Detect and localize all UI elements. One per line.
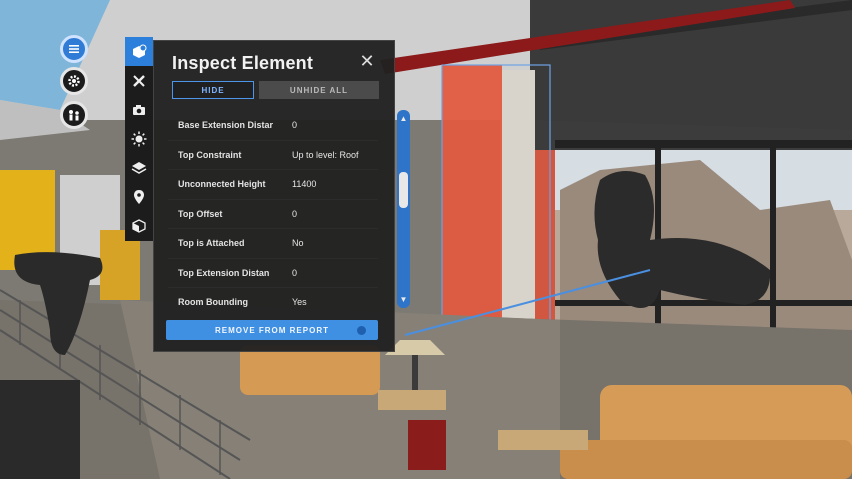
properties-scrollbar[interactable]: ▲ ▼: [397, 110, 410, 308]
property-row: Unconnected Height 11400: [168, 170, 378, 200]
inspect-element-panel: Inspect Element ✕ HIDE UNHIDE ALL Base E…: [153, 40, 395, 352]
settings-button[interactable]: [60, 67, 88, 95]
sun-icon: [131, 131, 147, 146]
property-value: No: [292, 238, 304, 249]
property-value: Yes: [292, 297, 307, 308]
property-row: Room Bounding Yes: [168, 288, 378, 311]
tool-sun[interactable]: [125, 124, 153, 153]
tool-bar: [125, 37, 153, 241]
property-row: Top Extension Distan 0: [168, 259, 378, 288]
remove-from-report-button[interactable]: REMOVE FROM REPORT: [166, 320, 378, 340]
scroll-down-icon[interactable]: ▼: [399, 295, 408, 304]
people-icon: [69, 110, 79, 121]
property-key: Top Extension Distan: [178, 267, 270, 278]
unhide-all-button[interactable]: UNHIDE ALL: [259, 81, 379, 99]
ruler-pencil-icon: [133, 74, 145, 87]
map-pin-icon: [134, 189, 144, 204]
panel-title: Inspect Element: [172, 53, 314, 73]
people-button[interactable]: [60, 101, 88, 129]
property-key: Base Extension Distar: [178, 120, 274, 131]
property-key: Room Bounding: [178, 297, 248, 308]
properties-list: Base Extension Distar 0 Top Constraint U…: [168, 111, 378, 311]
settings-icon: [68, 75, 80, 87]
inspect-cube-icon: [133, 44, 147, 58]
remove-from-report-label: REMOVE FROM REPORT: [214, 325, 329, 335]
tool-section[interactable]: [125, 211, 153, 240]
property-row: Top is Attached No: [168, 229, 378, 259]
tool-measure[interactable]: [125, 66, 153, 95]
property-key: Unconnected Height: [178, 179, 266, 190]
menu-button[interactable]: [60, 35, 88, 63]
property-value: 0: [292, 267, 298, 278]
property-row: Base Extension Distar 0: [168, 111, 378, 141]
camera-icon: [133, 104, 145, 115]
close-button[interactable]: ✕: [358, 52, 376, 70]
hide-button[interactable]: HIDE: [172, 81, 254, 99]
property-value: Up to level: Roof: [292, 149, 359, 160]
property-value: 0: [292, 208, 298, 219]
scroll-thumb[interactable]: [399, 172, 408, 208]
layers-icon: [131, 161, 147, 174]
tool-inspect[interactable]: [125, 37, 153, 66]
tool-layers[interactable]: [125, 153, 153, 182]
tool-camera[interactable]: [125, 95, 153, 124]
section-cube-icon: [132, 218, 146, 233]
property-key: Top is Attached: [178, 238, 245, 249]
scroll-up-icon[interactable]: ▲: [399, 114, 408, 123]
property-value: 0: [292, 120, 298, 131]
property-key: Top Offset: [178, 208, 223, 219]
property-value: 11400: [292, 179, 317, 190]
close-icon: ✕: [359, 51, 375, 71]
property-row: Top Offset 0: [168, 200, 378, 229]
property-row: Top Constraint Up to level: Roof: [168, 141, 378, 170]
menu-icon: [69, 45, 79, 53]
pointer-dot-icon: [357, 326, 366, 335]
property-key: Top Constraint: [178, 149, 242, 160]
tool-location[interactable]: [125, 182, 153, 211]
